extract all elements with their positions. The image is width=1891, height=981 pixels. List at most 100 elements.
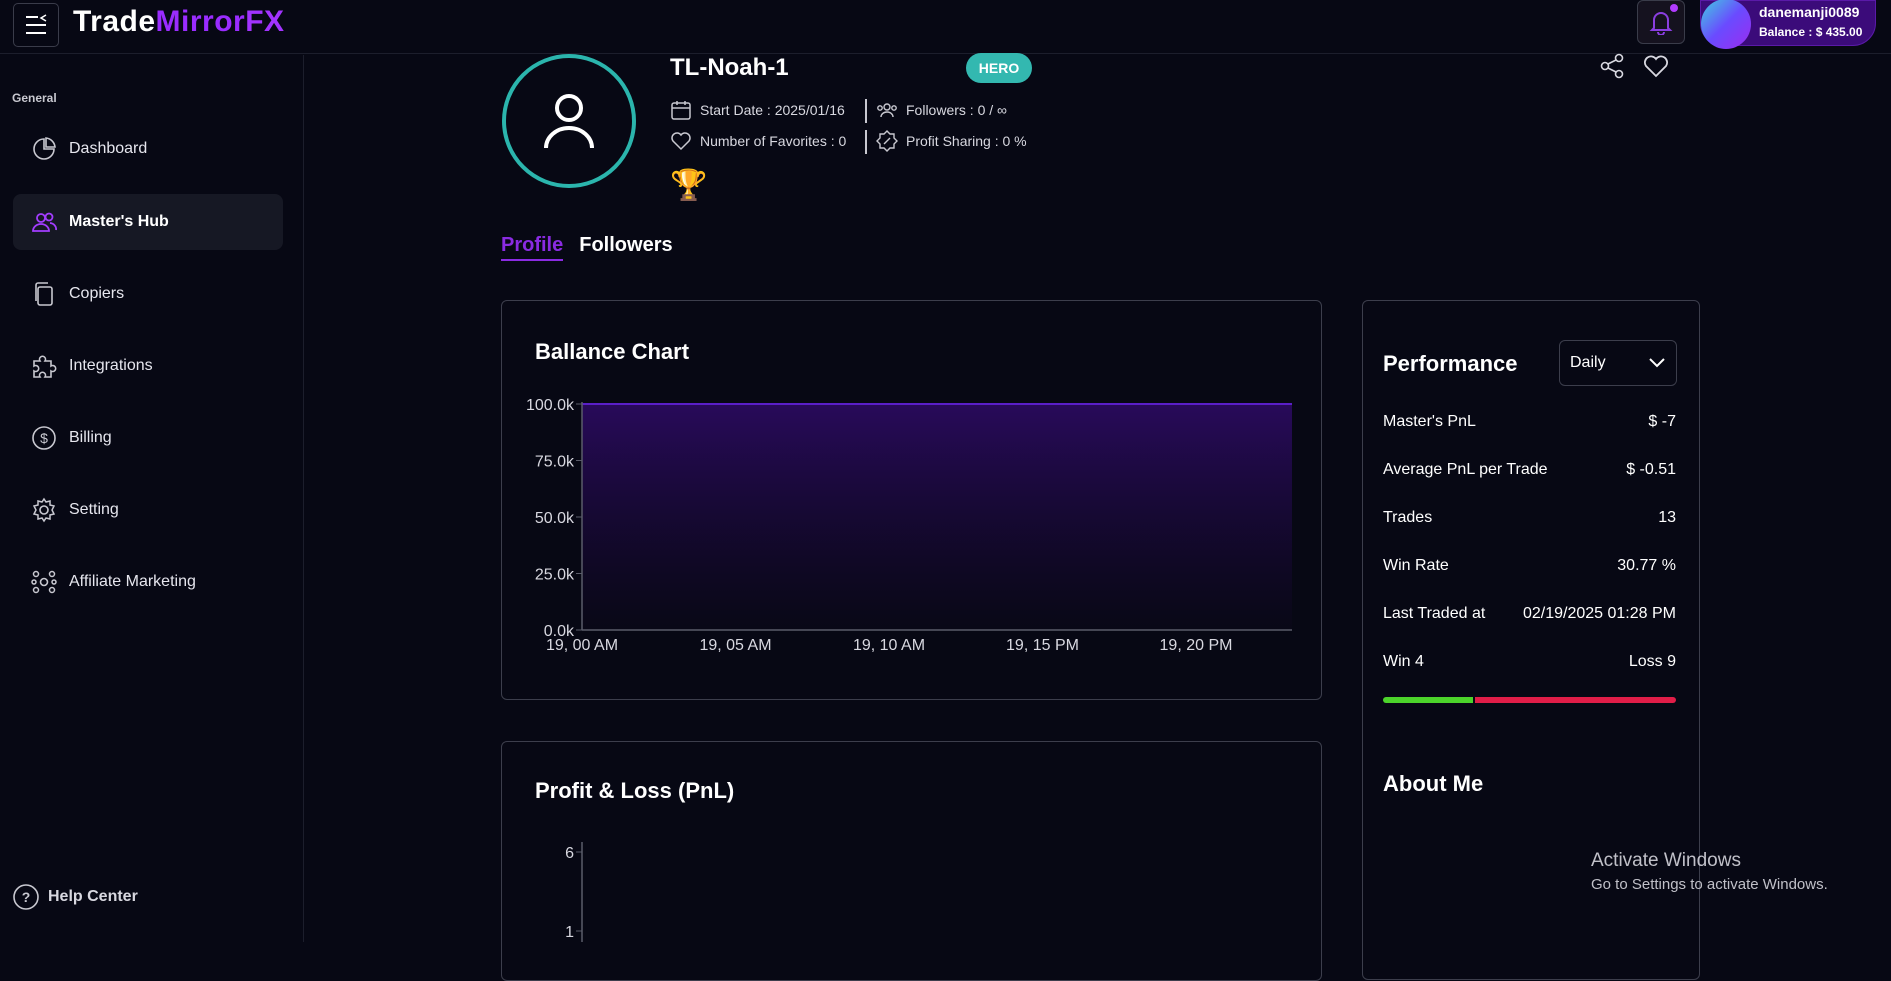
- sidebar-item-affiliate-marketing[interactable]: Affiliate Marketing: [13, 554, 283, 610]
- sidebar-item-label: Affiliate Marketing: [69, 573, 196, 590]
- win-loss-bar: [1383, 697, 1676, 703]
- trader-name: TL-Noah-1: [670, 54, 789, 81]
- period-select[interactable]: Daily: [1559, 340, 1677, 386]
- sidebar-item-billing[interactable]: $ Billing: [13, 410, 283, 466]
- balance-y-tick-label: 75.0k: [535, 454, 575, 471]
- perf-value: 13: [1658, 509, 1676, 526]
- sidebar-item-label: Copiers: [69, 285, 125, 302]
- favorites-label: Number of Favorites : 0: [700, 133, 847, 149]
- balance-x-tick-label: 19, 00 AM: [546, 637, 618, 654]
- menu-toggle-button[interactable]: [13, 3, 59, 47]
- sidebar-item-label: Setting: [69, 501, 119, 518]
- about-me-title: About Me: [1383, 771, 1484, 796]
- balance-chart-title: Ballance Chart: [535, 339, 690, 364]
- balance-chart: 100.0k75.0k50.0k25.0k0.0k19, 00 AM 19, 05…: [526, 397, 1292, 654]
- balance-x-tick-label: 19, 15 PM: [1006, 637, 1079, 654]
- dollar-icon: $: [32, 426, 56, 450]
- logo-text-trade: Trade: [73, 5, 156, 38]
- network-icon: [31, 570, 57, 594]
- copy-icon: [35, 282, 53, 306]
- period-select-value: Daily: [1570, 354, 1606, 371]
- pie-chart-icon: [33, 137, 56, 160]
- menu-icon: [26, 14, 47, 34]
- followers-count: Followers : 0 / ∞: [876, 99, 1007, 121]
- logo-text-mirror: Mirror: [155, 5, 246, 38]
- pnl-tick-label: 1: [565, 924, 574, 941]
- help-center-label: Help Center: [48, 888, 138, 905]
- question-circle-icon: ?: [13, 884, 39, 910]
- pnl-tick-label: 6: [565, 845, 574, 862]
- sidebar-item-label: Integrations: [69, 357, 153, 374]
- perf-label: Average PnL per Trade: [1383, 461, 1548, 478]
- svg-text:?: ?: [22, 889, 31, 905]
- balance-x-tick-label: 19, 10 AM: [853, 637, 925, 654]
- user-menu[interactable]: danemanji0089 Balance : $ 435.00: [1700, 0, 1876, 49]
- perf-row-avg-pnl: Average PnL per Trade $ -0.51: [1383, 461, 1676, 479]
- loss-bar-segment: [1474, 697, 1676, 703]
- perf-value: 30.77 %: [1617, 557, 1676, 574]
- meta-divider: [865, 99, 867, 123]
- win-label: Win 4: [1383, 653, 1424, 670]
- balance-x-tick-label: 19, 05 AM: [699, 637, 771, 654]
- sidebar-item-dashboard[interactable]: Dashboard: [13, 121, 283, 177]
- perf-label: Master's PnL: [1383, 413, 1476, 430]
- users-icon: [32, 212, 57, 232]
- sidebar-item-integrations[interactable]: Integrations: [13, 338, 283, 394]
- profile-tabs: Profile Followers: [501, 234, 673, 261]
- puzzle-icon: [33, 355, 57, 378]
- user-icon: [544, 94, 594, 149]
- balance-y-tick-label: 50.0k: [535, 510, 575, 527]
- perf-label: Win Rate: [1383, 557, 1449, 574]
- notifications-button[interactable]: [1637, 0, 1685, 44]
- loss-label: Loss 9: [1628, 653, 1676, 670]
- perf-value: 02/19/2025 01:28 PM: [1522, 605, 1676, 622]
- pnl-chart: 6 1: [565, 842, 583, 942]
- perf-label: Trades: [1383, 509, 1433, 526]
- start-date: Start Date : 2025/01/16: [670, 99, 845, 121]
- profit-sharing-label: Profit Sharing : 0 %: [906, 133, 1027, 149]
- balance-y-tick-label: 100.0k: [526, 397, 575, 414]
- sidebar-item-masters-hub[interactable]: Master's Hub: [13, 194, 283, 250]
- top-bar: TradeMirrorFX danemanji0089 Balance : $ …: [0, 0, 1891, 54]
- perf-label: Last Traded at: [1383, 605, 1486, 622]
- balance-x-tick-label: 19, 20 PM: [1160, 637, 1233, 654]
- svg-text:$: $: [40, 430, 48, 446]
- balance-chart-card: Ballance Chart 100.0k 75.0k 50.0k 25.0k 0.0k…: [501, 300, 1322, 700]
- balance-label: Balance : $ 435.00: [1759, 25, 1863, 39]
- username: danemanji0089: [1759, 4, 1860, 20]
- perf-row-trades: Trades 13: [1383, 509, 1676, 527]
- calendar-icon: [671, 101, 691, 120]
- logo-text-fx: FX: [245, 5, 285, 38]
- watermark-title: Activate Windows: [1591, 850, 1741, 871]
- group-icon: [877, 103, 897, 118]
- sidebar-item-label: Dashboard: [69, 140, 148, 157]
- profile-actions: [1598, 52, 1670, 80]
- tab-followers[interactable]: Followers: [579, 234, 672, 261]
- sidebar-heading: General: [12, 91, 57, 105]
- favorite-heart-icon[interactable]: [1642, 52, 1670, 80]
- watermark-subtitle: Go to Settings to activate Windows.: [1591, 876, 1828, 893]
- perf-row-win-rate: Win Rate 30.77 %: [1383, 557, 1676, 575]
- gear-icon: [32, 497, 56, 523]
- help-center-link[interactable]: ? Help Center: [12, 883, 138, 911]
- perf-row-last-traded: Last Traded at 02/19/2025 01:28 PM: [1383, 605, 1676, 623]
- perf-value: $ -7: [1648, 413, 1676, 430]
- sidebar-item-setting[interactable]: Setting: [13, 482, 283, 538]
- app-logo[interactable]: TradeMirrorFX: [73, 5, 285, 39]
- followers-label: Followers : 0 / ∞: [906, 102, 1008, 118]
- sidebar: General Dashboard Master's Hub Copiers I…: [0, 55, 304, 942]
- tab-profile[interactable]: Profile: [501, 234, 564, 261]
- share-icon[interactable]: [1598, 52, 1626, 80]
- pnl-chart-card: Profit & Loss (PnL) 6 1: [501, 741, 1322, 981]
- avatar: [1701, 0, 1751, 49]
- balance-area: [582, 404, 1292, 630]
- trophy-icon: 🏆: [670, 169, 708, 202]
- notification-dot: [1670, 4, 1678, 12]
- sidebar-item-label: Master's Hub: [69, 213, 169, 230]
- chevron-down-icon: [1649, 358, 1665, 368]
- sidebar-item-copiers[interactable]: Copiers: [13, 266, 283, 322]
- bell-icon: [1649, 12, 1673, 35]
- perf-value: $ -0.51: [1626, 461, 1676, 478]
- perf-row-masters-pnl: Master's PnL $ -7: [1383, 413, 1676, 431]
- perf-row-win-loss: Win 4 Loss 9: [1383, 653, 1676, 671]
